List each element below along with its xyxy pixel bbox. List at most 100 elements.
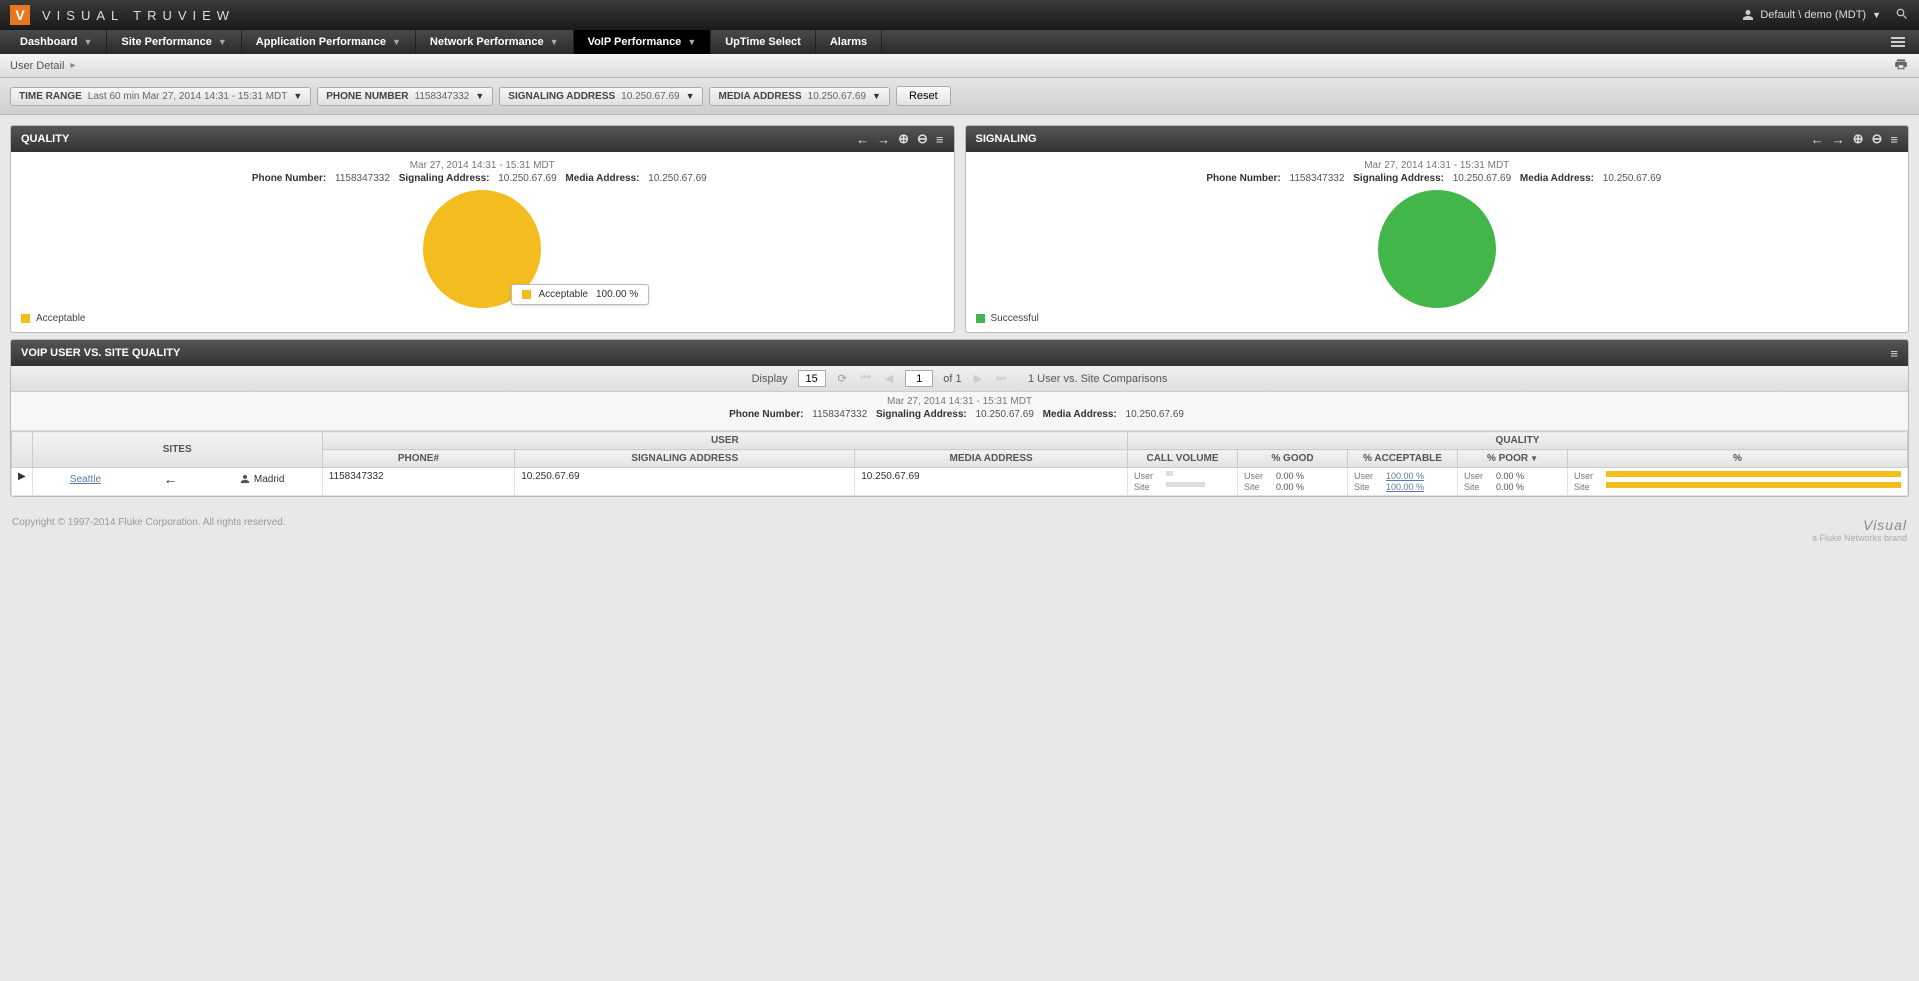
nav-alarms[interactable]: Alarms <box>816 30 882 54</box>
search-icon <box>1895 7 1909 21</box>
col-pct[interactable]: % <box>1568 450 1908 468</box>
table-pager: Display ⟳ ⏮ ◀ of 1 ▶ ⏭ 1 User vs. Site C… <box>11 366 1908 392</box>
breadcrumb[interactable]: User Detail <box>10 60 64 72</box>
next-button[interactable]: → <box>877 132 890 147</box>
panel-kv-row: Phone Number: 1158347332 Signaling Addre… <box>976 173 1899 184</box>
chevron-down-icon: ▼ <box>872 91 881 101</box>
panel-menu-button[interactable]: ≡ <box>1890 346 1898 361</box>
next-button[interactable]: → <box>1832 132 1845 147</box>
prev-button[interactable]: ← <box>856 132 869 147</box>
nav-application-performance[interactable]: Application Performance▼ <box>242 30 416 54</box>
user-icon <box>1742 9 1754 21</box>
acc-user-link[interactable]: 100.00 % <box>1386 471 1451 481</box>
nav-network-performance[interactable]: Network Performance▼ <box>416 30 574 54</box>
nav-uptime-select[interactable]: UpTime Select <box>711 30 816 54</box>
chart-legend: Acceptable <box>21 313 85 324</box>
cell-good: User0.00 % Site0.00 % <box>1238 468 1348 496</box>
pager-prev-button[interactable]: ◀ <box>883 372 895 385</box>
zoom-out-button[interactable]: ⊖ <box>1872 131 1883 147</box>
table-date-range: Mar 27, 2014 14:31 - 15:31 MDT <box>11 396 1908 407</box>
panel-title: SIGNALING <box>976 133 1037 145</box>
reset-button[interactable]: Reset <box>896 86 951 106</box>
prev-button[interactable]: ← <box>1811 132 1824 147</box>
quality-bar-site <box>1606 482 1901 488</box>
col-good[interactable]: % GOOD <box>1238 450 1348 468</box>
nav-site-performance[interactable]: Site Performance▼ <box>107 30 241 54</box>
page-footer: Copyright © 1997-2014 Fluke Corporation.… <box>0 507 1919 573</box>
col-media-addr[interactable]: MEDIA ADDRESS <box>855 450 1128 468</box>
panel-title: VOIP USER VS. SITE QUALITY <box>21 347 180 359</box>
hamburger-icon <box>1891 37 1905 47</box>
brand-name: VISUAL TRUVIEW <box>42 8 235 23</box>
legend-swatch <box>21 314 30 323</box>
expand-row-button[interactable]: ▶ <box>12 468 33 496</box>
nav-dashboard[interactable]: Dashboard▼ <box>6 30 107 54</box>
filter-label: MEDIA ADDRESS <box>718 91 801 102</box>
pager-summary: 1 User vs. Site Comparisons <box>1028 373 1167 385</box>
table-row[interactable]: ▶ Seattle ← Madrid 1158347332 10.250.67.… <box>12 468 1908 496</box>
col-expand <box>12 432 33 468</box>
col-user-group: USER <box>322 432 1127 450</box>
panel-voip-user-site-quality: VOIP USER VS. SITE QUALITY ≡ Display ⟳ ⏮… <box>10 339 1909 497</box>
user-icon <box>240 474 250 484</box>
filter-label: PHONE NUMBER <box>326 91 408 102</box>
panel-date-range: Mar 27, 2014 14:31 - 15:31 MDT <box>21 160 944 171</box>
tooltip-label: Acceptable <box>539 289 588 300</box>
pager-page-input[interactable] <box>905 370 933 387</box>
panel-menu-button[interactable]: ≡ <box>1890 132 1898 147</box>
zoom-in-button[interactable]: ⊕ <box>898 131 909 147</box>
site-link[interactable]: Seattle <box>70 474 101 485</box>
footer-brand: Visual <box>1812 517 1907 533</box>
tooltip-value: 100.00 % <box>596 289 638 300</box>
copyright: Copyright © 1997-2014 Fluke Corporation.… <box>12 517 286 543</box>
col-call-volume[interactable]: CALL VOLUME <box>1128 450 1238 468</box>
col-acceptable[interactable]: % ACCEPTABLE <box>1348 450 1458 468</box>
legend-label: Successful <box>991 313 1039 324</box>
pager-display-label: Display <box>752 373 788 385</box>
col-sites[interactable]: SITES <box>32 432 322 468</box>
pager-next-button[interactable]: ▶ <box>972 372 984 385</box>
print-icon <box>1893 57 1909 71</box>
user-menu[interactable]: Default \ demo (MDT) ▼ <box>1742 9 1881 21</box>
panel-kv-row: Phone Number: 1158347332 Signaling Addre… <box>21 173 944 184</box>
col-poor[interactable]: % POOR▼ <box>1458 450 1568 468</box>
acc-site-link[interactable]: 100.00 % <box>1386 482 1451 492</box>
filter-signaling-address[interactable]: SIGNALING ADDRESS 10.250.67.69 ▼ <box>499 87 703 106</box>
chevron-down-icon: ▼ <box>1872 10 1881 20</box>
cell-call-volume: User Site <box>1128 468 1238 496</box>
panel-title: QUALITY <box>21 133 69 145</box>
signaling-pie-chart[interactable] <box>1378 190 1496 308</box>
zoom-out-button[interactable]: ⊖ <box>917 131 928 147</box>
chevron-down-icon: ▼ <box>392 37 401 47</box>
col-sig-addr[interactable]: SIGNALING ADDRESS <box>515 450 855 468</box>
pager-first-button[interactable]: ⏮ <box>859 372 873 385</box>
filter-media-address[interactable]: MEDIA ADDRESS 10.250.67.69 ▼ <box>709 87 889 106</box>
legend-label: Acceptable <box>36 313 85 324</box>
breadcrumb-bar: User Detail ▸ <box>0 54 1919 78</box>
filter-phone-number[interactable]: PHONE NUMBER 1158347332 ▼ <box>317 87 493 106</box>
panel-quality: QUALITY ← → ⊕ ⊖ ≡ Mar 27, 2014 14:31 - 1… <box>10 125 955 333</box>
panel-menu-button[interactable]: ≡ <box>936 132 944 147</box>
main-nav: Dashboard▼Site Performance▼Application P… <box>0 30 1919 54</box>
filter-value: Last 60 min Mar 27, 2014 14:31 - 15:31 M… <box>88 91 288 102</box>
refresh-button[interactable]: ⟳ <box>836 372 849 385</box>
dest-user: Madrid <box>240 474 285 485</box>
table-kv-row: Phone Number: 1158347332 Signaling Addre… <box>11 409 1908 420</box>
panel-date-range: Mar 27, 2014 14:31 - 15:31 MDT <box>976 160 1899 171</box>
zoom-in-button[interactable]: ⊕ <box>1853 131 1864 147</box>
filter-value: 1158347332 <box>415 91 470 102</box>
filter-bar: TIME RANGE Last 60 min Mar 27, 2014 14:3… <box>0 78 1919 115</box>
search-button[interactable] <box>1895 7 1909 24</box>
nav-voip-performance[interactable]: VoIP Performance▼ <box>574 30 712 54</box>
filter-time-range[interactable]: TIME RANGE Last 60 min Mar 27, 2014 14:3… <box>10 87 311 106</box>
pager-per-page-input[interactable] <box>798 370 826 387</box>
chart-tooltip: Acceptable 100.00 % <box>511 284 650 305</box>
pager-last-button[interactable]: ⏭ <box>994 372 1008 385</box>
legend-swatch <box>976 314 985 323</box>
panel-signaling: SIGNALING ← → ⊕ ⊖ ≡ Mar 27, 2014 14:31 -… <box>965 125 1910 333</box>
nav-menu-button[interactable] <box>1883 30 1913 54</box>
chevron-down-icon: ▼ <box>686 91 695 101</box>
col-phone[interactable]: PHONE# <box>322 450 515 468</box>
arrow-left-icon: ← <box>163 471 177 487</box>
print-button[interactable] <box>1893 57 1909 74</box>
